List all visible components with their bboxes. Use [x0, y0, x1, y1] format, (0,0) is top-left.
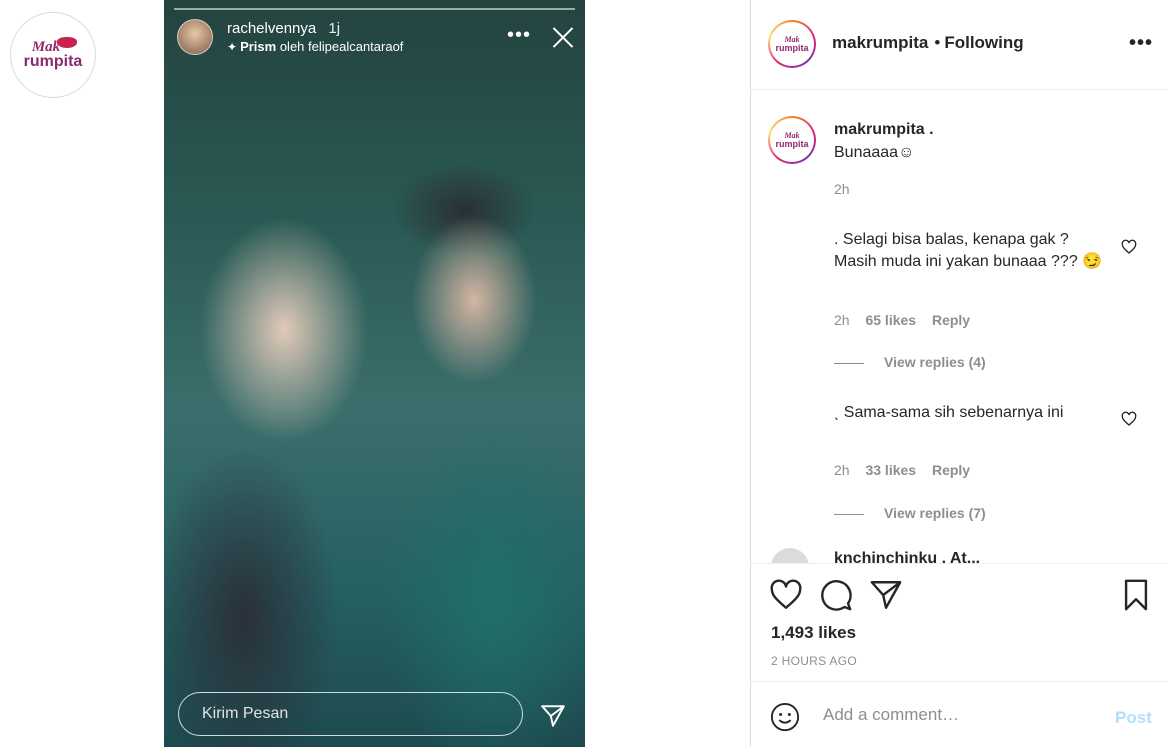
comment-like-icon[interactable]	[1121, 411, 1137, 427]
header-avatar[interactable]: Mak rumpita	[768, 20, 816, 68]
comment-like-icon[interactable]	[1121, 239, 1137, 255]
logo-rumpita-text: rumpita	[23, 53, 83, 70]
story-filter-credit[interactable]: ✦ Prism oleh felipealcantaraof	[227, 39, 403, 54]
header-username[interactable]: makrumpita	[832, 33, 928, 52]
comment-likes[interactable]: 65 likes	[865, 312, 916, 328]
comment-time[interactable]: 2h	[834, 312, 850, 328]
post-actions: 1,493 likes 2 HOURS AGO	[751, 563, 1168, 682]
comment-text: ˎ Sama-sama sih sebenarnya ini	[834, 404, 1064, 421]
story-progress-bar	[174, 8, 575, 10]
header-user-line: makrumpita • Following	[832, 33, 1024, 53]
caption-time[interactable]: 2h	[834, 181, 850, 197]
story-time: 1j	[328, 20, 341, 37]
view-replies-button[interactable]: View replies (7)	[834, 505, 986, 521]
story-username[interactable]: rachelvennya	[227, 20, 316, 37]
emoji-icon[interactable]	[770, 702, 800, 732]
add-comment-bar: Post	[751, 681, 1168, 748]
post-timestamp[interactable]: 2 HOURS AGO	[771, 654, 857, 668]
logo-mak-text: Mak	[31, 39, 61, 55]
post-panel: Mak rumpita makrumpita • Following ••• Mak…	[750, 0, 1168, 747]
story-viewer[interactable]: rachelvennya 1j ✦ Prism oleh felipealcant…	[164, 0, 585, 747]
view-replies-label: View replies (4)	[884, 354, 986, 370]
send-icon[interactable]	[540, 703, 566, 729]
comment-likes[interactable]: 33 likes	[865, 462, 916, 478]
filter-author: oleh felipealcantaraof	[279, 39, 404, 54]
caption-avatar[interactable]: Mak rumpita	[768, 116, 816, 164]
bookmark-icon[interactable]	[1119, 578, 1153, 612]
caption-text: Bunaaaa☺	[834, 144, 915, 161]
post-header: Mak rumpita makrumpita • Following •••	[751, 0, 1168, 90]
comment-time[interactable]: 2h	[834, 462, 850, 478]
comments-list[interactable]: Mak rumpita makrumpita . Bunaaaa☺ 2h . S…	[751, 90, 1168, 563]
view-replies-button[interactable]: View replies (4)	[834, 354, 986, 370]
view-replies-label: View replies (7)	[884, 505, 986, 521]
add-comment-input[interactable]	[821, 704, 1105, 726]
story-more-icon[interactable]: •••	[507, 24, 531, 47]
caption-avatar-rumpita: rumpita	[775, 138, 809, 149]
header-dot: •	[934, 33, 941, 52]
like-heart-icon[interactable]	[769, 578, 803, 612]
brand-logo[interactable]: Mak rumpita	[10, 12, 96, 98]
comment-text: . Selagi bisa balas, kenapa gak ? Masih …	[834, 231, 1103, 270]
comment-meta: 2h 33 likes Reply	[834, 462, 982, 478]
comment-reply-button[interactable]: Reply	[932, 462, 970, 478]
likes-count[interactable]: 1,493 likes	[771, 623, 856, 643]
lips-icon	[57, 37, 77, 48]
replies-divider	[834, 362, 864, 364]
comment-bubble-icon[interactable]	[819, 578, 853, 612]
comment-meta: 2h 65 likes Reply	[834, 312, 982, 328]
comment-reply-button[interactable]: Reply	[932, 312, 970, 328]
story-avatar[interactable]	[177, 19, 213, 55]
replies-divider	[834, 513, 864, 515]
avatar[interactable]	[771, 548, 809, 563]
filter-name: Prism	[240, 39, 277, 54]
close-icon[interactable]	[552, 26, 574, 48]
story-reply-input[interactable]: Kirim Pesan	[178, 692, 523, 736]
avatar-rumpita-text: rumpita	[775, 42, 809, 53]
share-paper-plane-icon[interactable]	[869, 578, 903, 612]
post-comment-button[interactable]: Post	[1115, 708, 1152, 728]
more-options-icon[interactable]: •••	[1129, 32, 1153, 55]
caption-username[interactable]: makrumpita .	[834, 121, 934, 139]
sparkle-icon: ✦	[227, 40, 238, 54]
partial-comment: knchinchinku . At...	[834, 550, 981, 563]
following-button[interactable]: Following	[944, 33, 1023, 52]
story-header: rachelvennya 1j	[227, 20, 340, 37]
